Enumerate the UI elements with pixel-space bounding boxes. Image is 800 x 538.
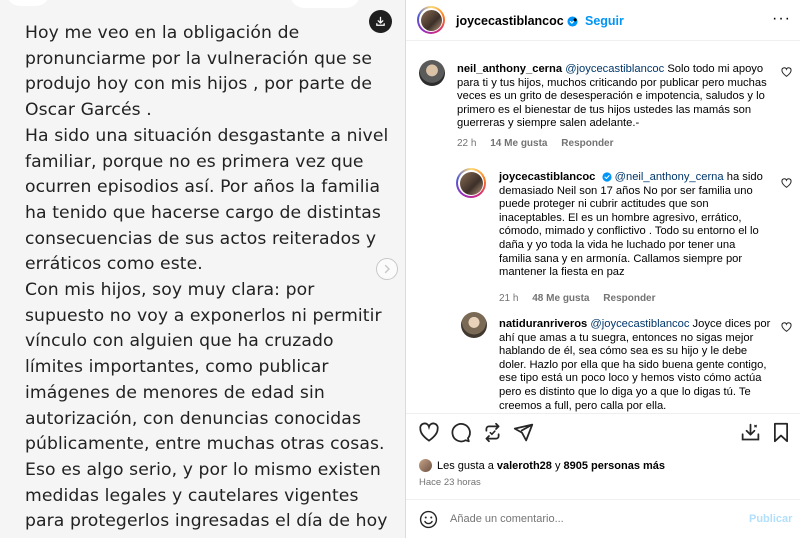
download-post-icon[interactable] — [740, 422, 761, 443]
comment-mention[interactable]: @joycecastiblancoc — [590, 318, 689, 330]
media-paragraph: Ha sido una situación desgastante a nive… — [25, 125, 389, 275]
like-comment-heart-icon[interactable] — [781, 322, 792, 332]
verified-badge-icon — [601, 172, 612, 182]
share-send-icon[interactable] — [513, 422, 534, 443]
comment-mention[interactable]: @neil_anthony_cerna — [615, 171, 724, 183]
liker-avatar — [418, 458, 433, 473]
author-avatar[interactable] — [417, 6, 445, 34]
comment-mention[interactable]: @joycecastiblancoc — [565, 63, 664, 75]
comment-text: natiduranriveros @joycecastiblancoc Joyc… — [499, 318, 774, 413]
comment-body: ha sido demasiado Neil son 17 años No po… — [499, 171, 763, 279]
like-comment-heart-icon[interactable] — [781, 67, 792, 77]
comment-body: Joyce dices por ahí que amas a tu suegra… — [499, 318, 771, 412]
download-button[interactable] — [369, 10, 392, 33]
publish-button[interactable]: Publicar — [749, 513, 792, 525]
comment-likes[interactable]: 48 Me gusta — [532, 293, 589, 304]
comment-text: neil_anthony_cerna @joycecastiblancoc So… — [457, 63, 769, 131]
reply-button[interactable]: Responder — [603, 293, 655, 304]
likes-middle: y — [551, 459, 564, 472]
comment-meta: 21 h 48 Me gusta Responder — [499, 293, 667, 304]
likes-prefix: Les gusta a — [437, 459, 494, 472]
commenter-avatar[interactable] — [419, 60, 445, 86]
comment-bubble-icon[interactable] — [450, 422, 471, 443]
post-timestamp[interactable]: Hace 23 horas — [419, 477, 481, 488]
follow-button[interactable]: Seguir — [585, 14, 624, 28]
media-statement-text: Hoy me veo en la obligación de pronuncia… — [25, 21, 395, 538]
post-side-panel: joycecastiblancoc • Seguir ··· neil_anth… — [406, 0, 800, 538]
post-media: Hoy me veo en la obligación de pronuncia… — [0, 0, 405, 538]
next-slide-button[interactable] — [376, 258, 398, 280]
reply-button[interactable]: Responder — [561, 138, 613, 149]
add-comment-input[interactable] — [450, 513, 730, 525]
media-edge-shape — [290, 0, 360, 8]
comments-list[interactable]: neil_anthony_cerna @joycecastiblancoc So… — [406, 42, 800, 413]
comment-username[interactable]: natiduranriveros — [499, 318, 587, 330]
liker-username[interactable]: valeroth28 — [497, 460, 552, 472]
emoji-icon[interactable] — [419, 510, 438, 529]
like-heart-icon[interactable] — [418, 422, 440, 442]
comment-item: joycecastiblancoc @neil_anthony_cerna ha… — [406, 163, 800, 313]
comment-text: joycecastiblancoc @neil_anthony_cerna ha… — [499, 171, 769, 280]
comment-username[interactable]: neil_anthony_cerna — [457, 63, 562, 75]
comment-meta: 22 h 14 Me gusta Responder — [457, 138, 625, 149]
comment-item: natiduranriveros @joycecastiblancoc Joyc… — [406, 312, 800, 413]
comment-time[interactable]: 21 h — [499, 293, 518, 304]
media-paragraph: Con mis hijos, soy muy clara: por supues… — [25, 280, 388, 538]
more-options-button[interactable]: ··· — [772, 10, 791, 28]
post-header: joycecastiblancoc • Seguir ··· — [406, 0, 800, 41]
add-comment-bar: Publicar — [406, 500, 800, 538]
comment-time[interactable]: 22 h — [457, 138, 476, 149]
likes-summary[interactable]: Les gusta a valeroth28 y 8905 personas m… — [418, 458, 665, 473]
like-comment-heart-icon[interactable] — [781, 178, 792, 188]
commenter-avatar[interactable] — [461, 312, 487, 338]
header-separator: • — [573, 13, 578, 27]
comment-item: neil_anthony_cerna @joycecastiblancoc So… — [406, 42, 800, 162]
media-edge-shape — [6, 0, 50, 6]
likes-count[interactable]: 8905 personas más — [564, 460, 666, 472]
post-actions-bar — [406, 422, 800, 450]
comment-likes[interactable]: 14 Me gusta — [490, 138, 547, 149]
commenter-avatar[interactable] — [456, 168, 486, 198]
comment-username[interactable]: joycecastiblancoc — [499, 171, 595, 183]
repost-icon[interactable] — [482, 422, 503, 443]
media-paragraph: Hoy me veo en la obligación de pronuncia… — [25, 23, 373, 121]
author-username[interactable]: joycecastiblancoc — [456, 14, 578, 28]
download-icon — [376, 16, 385, 26]
save-bookmark-icon[interactable] — [772, 422, 790, 443]
chevron-right-icon — [384, 264, 390, 274]
section-divider — [406, 413, 800, 414]
